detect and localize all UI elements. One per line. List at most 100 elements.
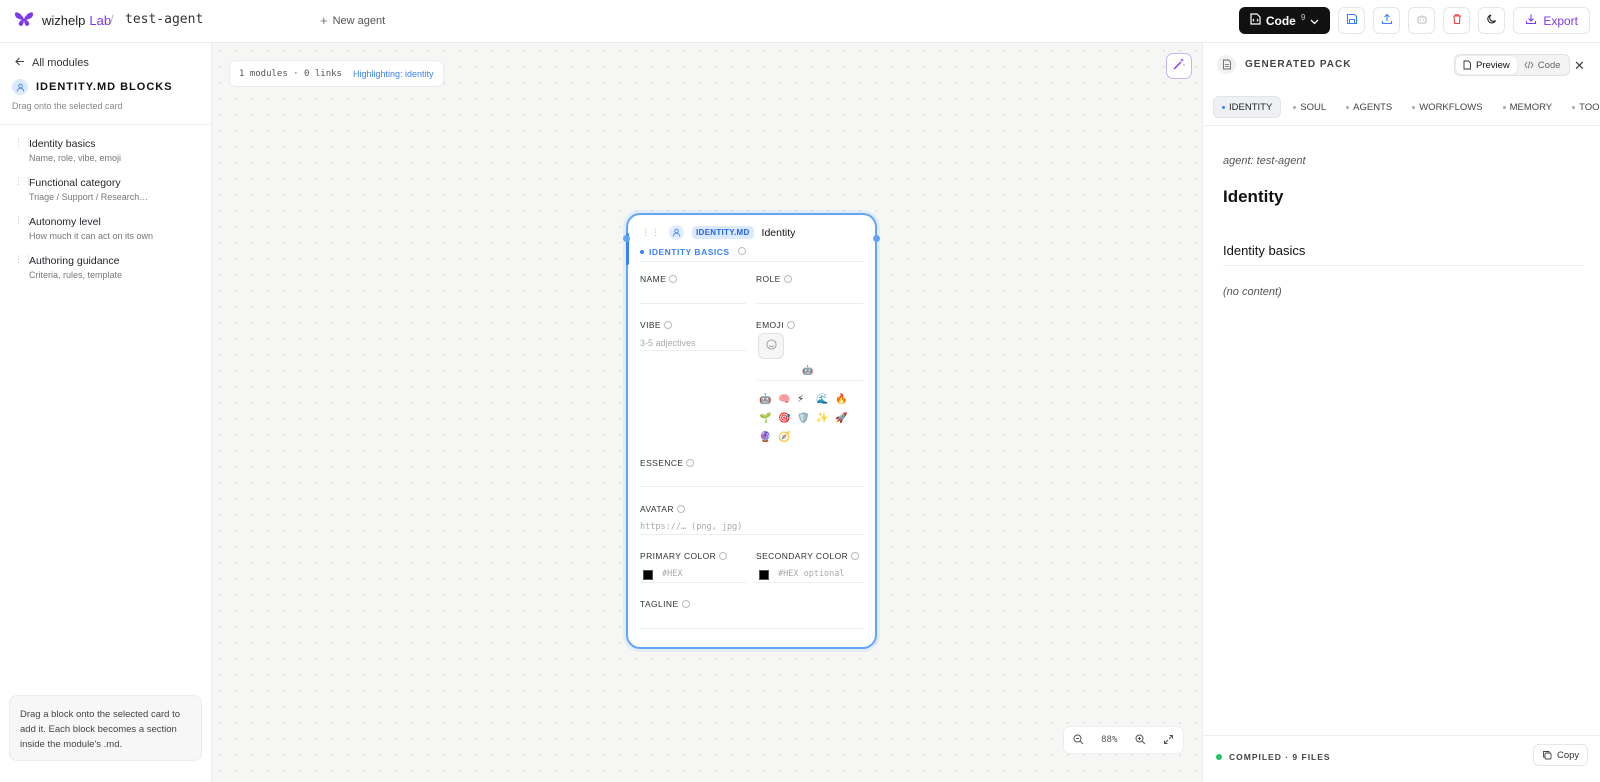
sidebar-subtitle: Drag onto the selected card <box>12 101 123 111</box>
block-description: Name, role, vibe, emoji <box>29 153 122 163</box>
delete-button[interactable] <box>1443 7 1471 34</box>
emoji-picker-button[interactable] <box>758 333 784 359</box>
module-card-identity[interactable]: ⋮⋮ IDENTITY.MD Identity IDENTITY BASICS … <box>623 213 880 649</box>
block-description: How much it can act on its own <box>29 231 154 241</box>
info-icon[interactable] <box>737 247 746 255</box>
zoom-out-icon <box>1073 734 1084 744</box>
block-description: Criteria, rules, template <box>29 270 123 280</box>
code-label: Code <box>1537 59 1561 71</box>
block-title: Autonomy level <box>29 216 101 228</box>
emoji-option[interactable]: 🛡️ <box>797 410 816 428</box>
code-toggle[interactable]: Code <box>1517 56 1568 74</box>
info-icon[interactable] <box>719 551 728 560</box>
secondary-color-swatch[interactable] <box>759 570 769 580</box>
emoji-option[interactable]: ✨ <box>816 410 835 428</box>
tab-workflows[interactable]: WORKFLOWS <box>1404 96 1490 118</box>
zoom-in-button[interactable] <box>1135 734 1146 747</box>
document-icon <box>1463 60 1471 70</box>
info-icon[interactable] <box>669 274 678 283</box>
drag-handle-icon[interactable]: ⋮⋮ <box>14 255 33 280</box>
zoom-in-icon <box>1135 734 1146 744</box>
emoji-option[interactable]: 🧠 <box>778 391 797 409</box>
info-icon[interactable] <box>786 320 795 329</box>
emoji-option[interactable]: 🎯 <box>778 410 797 428</box>
emoji-option[interactable]: 🧭 <box>778 429 797 447</box>
info-icon[interactable] <box>663 320 672 329</box>
copy-button[interactable]: Copy <box>1533 744 1589 766</box>
divider <box>640 261 863 262</box>
all-modules-link[interactable]: All modules <box>15 57 89 69</box>
export-button[interactable]: Export <box>1513 7 1590 34</box>
theme-toggle-button[interactable] <box>1478 7 1506 34</box>
save-icon <box>1346 12 1358 30</box>
emoji-search-underline <box>758 380 863 381</box>
primary-color-input[interactable]: #HEX <box>662 569 682 579</box>
drag-hint: Drag a block onto the selected card to a… <box>9 695 202 761</box>
drag-handle-icon[interactable]: ⋮⋮ <box>14 216 33 241</box>
block-autonomy-level[interactable]: ⋮⋮ Autonomy level How much it can act on… <box>14 216 204 242</box>
tab-soul[interactable]: SOUL <box>1285 96 1334 118</box>
block-identity-basics[interactable]: ⋮⋮ Identity basics Name, role, vibe, emo… <box>14 138 204 164</box>
preview-toggle[interactable]: Preview <box>1456 56 1517 74</box>
secondary-color-input[interactable]: #HEX optional <box>778 569 845 579</box>
essence-input[interactable] <box>640 486 863 487</box>
info-icon[interactable] <box>681 599 690 608</box>
upload-button[interactable] <box>1373 7 1401 34</box>
emoji-option[interactable]: 🔮 <box>759 429 778 447</box>
block-authoring-guidance[interactable]: ⋮⋮ Authoring guidance Criteria, rules, t… <box>14 255 204 281</box>
chevron-down-icon <box>1310 14 1319 28</box>
tab-agents[interactable]: AGENTS <box>1338 96 1400 118</box>
panel-title: GENERATED PACK <box>1245 59 1352 70</box>
doc-meta: agent: test-agent <box>1223 155 1306 167</box>
code-button[interactable]: Code 9 <box>1238 7 1331 34</box>
emoji-option[interactable]: ⚡ <box>797 391 816 409</box>
info-icon[interactable] <box>851 551 860 560</box>
tab-memory[interactable]: MEMORY <box>1495 96 1561 118</box>
name-label: NAME <box>640 274 678 284</box>
info-icon[interactable] <box>783 274 792 283</box>
new-agent-button[interactable]: + New agent <box>320 13 385 28</box>
block-functional-category[interactable]: ⋮⋮ Functional category Triage / Support … <box>14 177 204 203</box>
avatar-input-placeholder[interactable]: https://… (png, jpg) <box>640 522 742 532</box>
info-icon[interactable] <box>686 458 695 467</box>
canvas[interactable]: 1 modules · 0 links Highlighting: identi… <box>212 43 1202 782</box>
save-button[interactable] <box>1338 7 1366 34</box>
drag-handle-icon[interactable]: ⋮⋮ <box>14 177 33 202</box>
agent-name[interactable]: test-agent <box>125 12 203 27</box>
info-icon[interactable] <box>676 504 685 513</box>
block-title: Functional category <box>29 177 121 189</box>
vibe-input-placeholder[interactable]: 3-5 adjectives <box>640 338 696 348</box>
role-input[interactable] <box>756 303 863 304</box>
drag-handle-icon[interactable]: ⋮⋮ <box>14 138 33 163</box>
tab-tools[interactable]: TOOLS <box>1564 96 1600 118</box>
sparkles-icon <box>1172 57 1186 76</box>
zoom-level: 88% <box>1101 735 1118 745</box>
zoom-out-button[interactable] <box>1073 734 1084 747</box>
auto-layout-button[interactable] <box>1166 53 1192 79</box>
emoji-option[interactable]: 🌱 <box>759 410 778 428</box>
emoji-option[interactable]: 🌊 <box>816 391 835 409</box>
brand[interactable]: wizhelp Lab <box>14 11 111 30</box>
primary-color-swatch[interactable] <box>643 570 653 580</box>
file-icon <box>1217 55 1236 74</box>
tab-identity[interactable]: IDENTITY <box>1213 96 1282 118</box>
card-drag-handle-icon[interactable]: ⋮⋮ <box>641 227 661 238</box>
generated-pack-panel: GENERATED PACK Preview Code ✕ IDENTITY S… <box>1202 43 1600 782</box>
avatar-label: AVATAR <box>640 504 685 514</box>
emoji-option[interactable]: 🤖 <box>759 391 778 409</box>
block-list: ⋮⋮ Identity basics Name, role, vibe, emo… <box>14 138 204 294</box>
tagline-input[interactable] <box>640 628 863 629</box>
output-port[interactable] <box>873 235 880 242</box>
emoji-option[interactable]: 🚀 <box>835 410 854 428</box>
download-icon <box>1525 13 1537 28</box>
block-title: Identity basics <box>29 138 96 150</box>
name-input[interactable] <box>640 303 746 304</box>
robot-button[interactable] <box>1408 7 1436 34</box>
copy-label: Copy <box>1557 749 1580 761</box>
fit-view-button[interactable] <box>1163 734 1174 747</box>
zoom-controls: 88% <box>1063 726 1184 754</box>
emoji-option[interactable]: 🔥 <box>835 391 854 409</box>
trash-icon <box>1451 12 1463 30</box>
close-icon[interactable]: ✕ <box>1574 58 1585 74</box>
input-port[interactable] <box>623 235 630 242</box>
